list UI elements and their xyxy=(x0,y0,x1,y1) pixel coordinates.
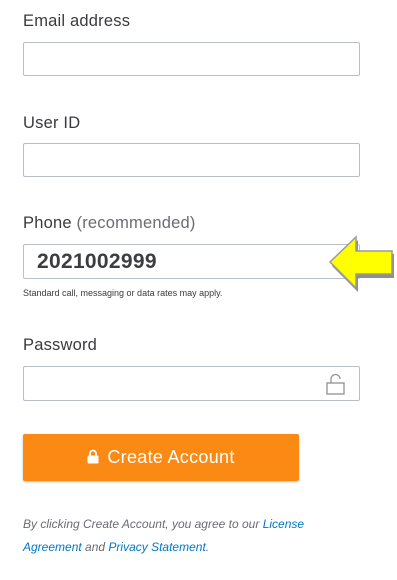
phone-label-text: Phone xyxy=(23,214,72,232)
phone-label-recommended: (recommended) xyxy=(76,214,196,232)
password-label: Password xyxy=(23,336,98,354)
legal-middle: and xyxy=(81,540,109,554)
legal-prefix: By clicking Create Account, you agree to… xyxy=(23,517,263,531)
privacy-statement-link[interactable]: Privacy Statement xyxy=(108,540,205,554)
legal-text: By clicking Create Account, you agree to… xyxy=(23,513,363,559)
arrow-left-icon xyxy=(328,235,394,292)
legal-suffix: . xyxy=(205,540,210,554)
create-account-label: Create Account xyxy=(107,447,235,467)
email-input[interactable] xyxy=(23,42,360,76)
signup-form: Email address User ID Phone (recommended… xyxy=(0,0,397,580)
create-account-button[interactable]: Create Account xyxy=(23,434,299,481)
userid-input[interactable] xyxy=(23,143,360,177)
lock-icon xyxy=(87,449,99,464)
phone-label: Phone (recommended) xyxy=(23,214,196,233)
email-label: Email address xyxy=(23,12,131,30)
phone-hint: Standard call, messaging or data rates m… xyxy=(23,288,223,298)
password-input[interactable] xyxy=(23,366,360,401)
phone-input-value: 2021002999 xyxy=(37,250,157,273)
phone-input[interactable]: 2021002999 xyxy=(23,244,360,279)
lock-open-icon[interactable] xyxy=(325,373,347,395)
userid-label: User ID xyxy=(23,114,81,132)
